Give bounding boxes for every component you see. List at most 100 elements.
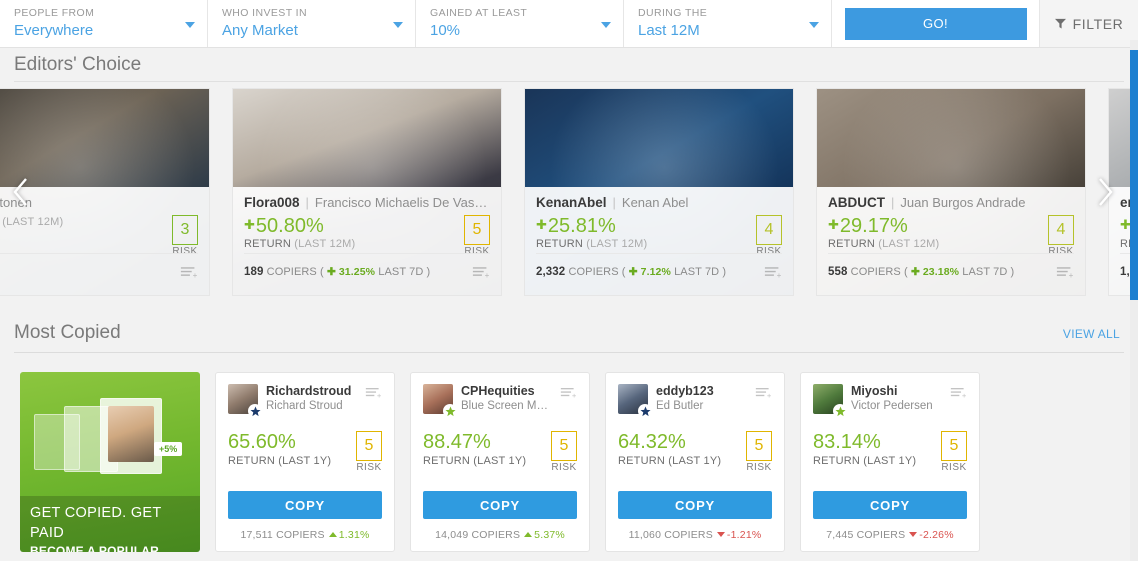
name-separator: | bbox=[612, 195, 616, 210]
copiers-change: -2.26% bbox=[919, 529, 954, 541]
popular-investor-badge bbox=[248, 404, 262, 418]
chevron-down-icon[interactable] bbox=[393, 21, 403, 28]
most-copied-card[interactable]: CPHequities Blue Screen Media... +88.47% RE… bbox=[410, 372, 590, 552]
investor-names: eddyb123 Ed Butler bbox=[656, 384, 747, 413]
copy-button[interactable]: COPY bbox=[228, 491, 382, 519]
return-row: ✚ 25.81% RETURN (LAST 12M) 4 RISK bbox=[536, 215, 782, 257]
risk-label: RISK bbox=[941, 462, 967, 473]
risk-value: 4 bbox=[756, 215, 782, 245]
avatar[interactable] bbox=[618, 384, 652, 418]
investor-name-row: ABDUCT | Juan Burgos Andrade bbox=[828, 195, 1074, 210]
editors-choice-title: Editors' Choice bbox=[14, 54, 142, 75]
add-to-list-icon[interactable]: + bbox=[472, 265, 490, 279]
chevron-down-icon[interactable] bbox=[185, 21, 195, 28]
most-copied-card[interactable]: eddyb123 Ed Butler +64.32% RETURN (LAST 1Y)… bbox=[605, 372, 785, 552]
investor-fullname: Ed Butler bbox=[656, 400, 704, 412]
return-value: 64.32% bbox=[618, 431, 686, 453]
add-to-list-icon[interactable]: + bbox=[180, 265, 198, 279]
chevron-down-icon[interactable] bbox=[809, 21, 819, 28]
carousel-track: yk PeltonenRETURN (LAST 12M)3RISK)+Flora… bbox=[0, 88, 1138, 296]
filter-value: Last 12M bbox=[638, 22, 700, 39]
up-arrow-icon: ✚ bbox=[536, 217, 547, 232]
add-to-list-icon[interactable]: + bbox=[950, 386, 967, 399]
risk-value: 5 bbox=[746, 431, 772, 461]
most-copied-card[interactable]: Miyoshi Victor Pedersen +83.14% RETURN (LAS… bbox=[800, 372, 980, 552]
filter-gained-at-least[interactable]: GAINED AT LEAST 10% bbox=[416, 0, 624, 47]
popular-investor-badge bbox=[443, 404, 457, 418]
risk-label: RISK bbox=[551, 462, 577, 473]
copy-button[interactable]: COPY bbox=[618, 491, 772, 519]
filter-value: 10% bbox=[430, 22, 461, 39]
carousel-prev-button[interactable] bbox=[0, 88, 42, 296]
return-value: ✚ 25.81% bbox=[536, 215, 616, 237]
editors-choice-card[interactable]: KenanAbel | Kenan Abel ✚ 25.81% RETURN (LAST … bbox=[524, 88, 794, 296]
filter-label: PEOPLE FROM bbox=[14, 7, 95, 19]
risk-badge: 5 RISK bbox=[356, 431, 382, 473]
investor-names: CPHequities Blue Screen Media... bbox=[461, 384, 552, 413]
return-value: ✚ 29.17% bbox=[828, 215, 908, 237]
copiers-count: 14,049 COPIERS bbox=[435, 529, 521, 541]
chevron-left-icon bbox=[13, 178, 27, 206]
copy-button[interactable]: COPY bbox=[813, 491, 967, 519]
chevron-down-icon[interactable] bbox=[601, 21, 611, 28]
investor-fullname: Kenan Abel bbox=[621, 195, 689, 210]
return-row: 88.47% RETURN (LAST 1Y) 5 RISK bbox=[423, 431, 577, 473]
filter-people-from[interactable]: PEOPLE FROM Everywhere bbox=[0, 0, 208, 47]
avatar[interactable] bbox=[813, 384, 847, 418]
trend-down-icon bbox=[716, 532, 725, 538]
filter-during-the[interactable]: DURING THE Last 12M bbox=[624, 0, 832, 47]
card-footer: 2,332 COPIERS ( ✚ 7.12% LAST 7D ) + bbox=[536, 253, 782, 283]
return-row: ✚ 50.80% RETURN (LAST 12M) 5 RISK bbox=[244, 215, 490, 257]
copiers-word: COPIERS bbox=[568, 266, 619, 278]
investor-fullname: Juan Burgos Andrade bbox=[900, 195, 1026, 210]
svg-text:+: + bbox=[572, 391, 577, 399]
card-header: Richardstroud Richard Stroud + bbox=[228, 384, 382, 418]
chevron-right-icon bbox=[1099, 178, 1113, 206]
filter-value: Everywhere bbox=[14, 22, 94, 39]
copiers-footer: 14,049 COPIERS 5.37% bbox=[423, 529, 577, 541]
popular-investor-badge bbox=[833, 404, 847, 418]
filter-who-invest-in[interactable]: WHO INVEST IN Any Market bbox=[208, 0, 416, 47]
copiers-period: LAST 7D bbox=[674, 266, 720, 278]
add-to-list-icon[interactable]: + bbox=[1056, 265, 1074, 279]
avatar[interactable] bbox=[228, 384, 262, 418]
investor-name-row: KenanAbel | Kenan Abel bbox=[536, 195, 782, 210]
filter-bar: PEOPLE FROM Everywhere WHO INVEST IN Any… bbox=[0, 0, 1138, 48]
view-all-link[interactable]: VIEW ALL bbox=[1063, 327, 1120, 341]
return-label: RETURN (LAST 12M) bbox=[244, 238, 356, 250]
carousel-next-button[interactable] bbox=[1084, 88, 1126, 296]
investor-names: Richardstroud Richard Stroud bbox=[266, 384, 357, 413]
most-copied-card[interactable]: Richardstroud Richard Stroud +65.60% RETURN… bbox=[215, 372, 395, 552]
return-period: (LAST 12M) bbox=[878, 238, 940, 250]
investor-username: Richardstroud bbox=[266, 384, 352, 398]
copiers-text: 558 COPIERS ( ✚ 23.18% LAST 7D ) bbox=[828, 266, 1015, 278]
editors-choice-card[interactable]: ABDUCT | Juan Burgos Andrade ✚ 29.17% RETURN … bbox=[816, 88, 1086, 296]
card-header: Miyoshi Victor Pedersen + bbox=[813, 384, 967, 418]
avatar[interactable] bbox=[423, 384, 457, 418]
risk-value: 5 bbox=[356, 431, 382, 461]
filter-button[interactable]: FILTER bbox=[1040, 0, 1138, 47]
investor-fullname: Victor Pedersen bbox=[851, 400, 933, 412]
add-to-list-icon[interactable]: + bbox=[764, 265, 782, 279]
trend-down-icon bbox=[909, 532, 918, 538]
popular-investor-badge bbox=[638, 404, 652, 418]
add-to-list-icon[interactable]: + bbox=[755, 386, 772, 399]
risk-badge: 5 RISK bbox=[941, 431, 967, 473]
most-copied-divider bbox=[14, 352, 1124, 353]
page-scrollbar[interactable] bbox=[1130, 40, 1138, 561]
svg-text:+: + bbox=[1069, 271, 1074, 279]
promo-banner[interactable]: +5% GET COPIED. GET PAID BECOME A POPULA… bbox=[20, 372, 200, 552]
scrollbar-thumb[interactable] bbox=[1130, 50, 1138, 300]
copiers-change: ✚ 31.25% bbox=[326, 266, 376, 278]
svg-text:+: + bbox=[377, 391, 382, 399]
copiers-change: 5.37% bbox=[534, 529, 565, 541]
editors-choice-card[interactable]: Flora008 | Francisco Michaelis De Vasconce… bbox=[232, 88, 502, 296]
copiers-footer: 17,511 COPIERS 1.31% bbox=[228, 529, 382, 541]
go-button[interactable]: GO! bbox=[844, 7, 1027, 40]
return-label: RETURN (LAST 1Y) bbox=[423, 455, 527, 467]
add-to-list-icon[interactable]: + bbox=[365, 386, 382, 399]
add-to-list-icon[interactable]: + bbox=[560, 386, 577, 399]
card-footer: 558 COPIERS ( ✚ 23.18% LAST 7D ) + bbox=[828, 253, 1074, 283]
copy-button[interactable]: COPY bbox=[423, 491, 577, 519]
return-period: (LAST 12M) bbox=[294, 238, 356, 250]
